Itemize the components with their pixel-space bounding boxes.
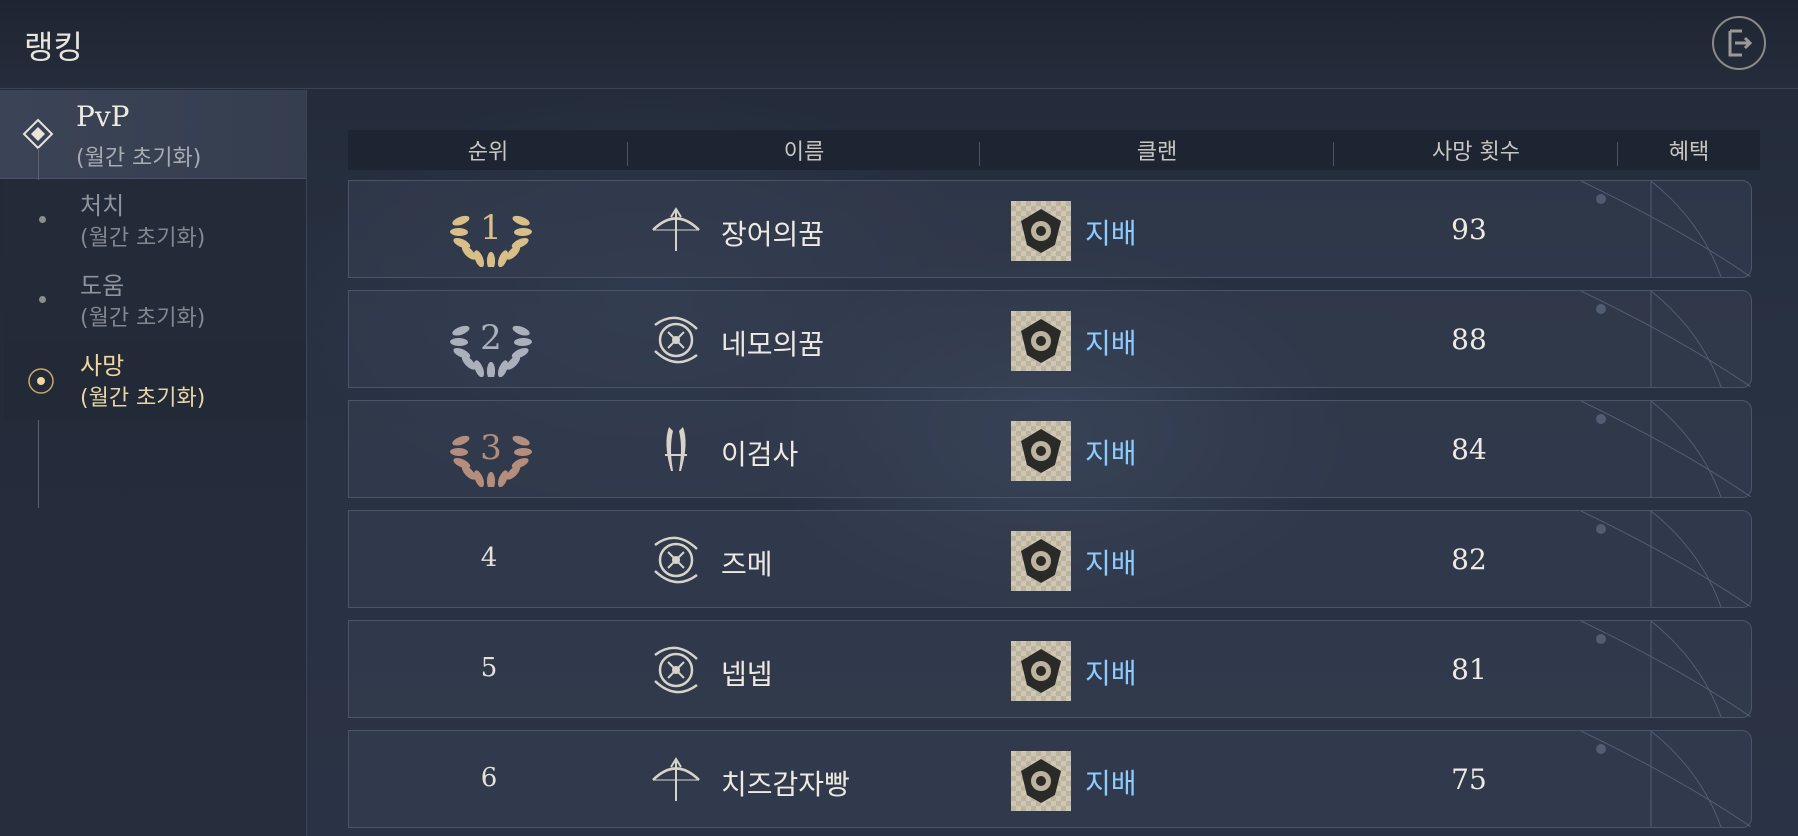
table-row[interactable]: 1 장어의꿈 지배 93 bbox=[348, 180, 1752, 278]
sidebar-item-sub: (월간 초기화) bbox=[80, 306, 206, 331]
death-count: 88 bbox=[1451, 323, 1487, 356]
row-decoration bbox=[1561, 290, 1752, 388]
sidebar-group-pvp[interactable]: PvP (월간 초기화) bbox=[0, 90, 306, 179]
table-row[interactable]: 2 네모의꿈 지배 88 bbox=[348, 290, 1752, 388]
bow-icon bbox=[649, 753, 703, 807]
player-name[interactable]: 즈메 bbox=[721, 543, 773, 583]
sidebar-item-kills[interactable]: 처치 (월간 초기화) bbox=[4, 180, 306, 260]
table-row[interactable]: 5 넵넵 지배 81 bbox=[348, 620, 1752, 718]
player-name[interactable]: 이검사 bbox=[721, 433, 798, 473]
clan-emblem-icon bbox=[1011, 201, 1071, 261]
row-decoration bbox=[1561, 730, 1752, 828]
exit-icon bbox=[1728, 29, 1753, 57]
clan-emblem-icon bbox=[1011, 421, 1071, 481]
sidebar-item-deaths[interactable]: 사망 (월간 초기화) bbox=[4, 340, 306, 420]
table-row[interactable]: 6 치즈감자빵 지배 75 bbox=[348, 730, 1752, 828]
sidebar: PvP (월간 초기화) 처치 (월간 초기화) 도움 (월간 초기화) 사망 … bbox=[0, 90, 307, 836]
laurel-wreath-icon: 2 bbox=[449, 303, 533, 380]
death-count: 75 bbox=[1451, 763, 1487, 796]
clan-emblem-icon bbox=[1011, 311, 1071, 371]
laurel-wreath-icon: 3 bbox=[449, 413, 533, 490]
rank-number: 2 bbox=[480, 318, 502, 358]
column-header-reward[interactable]: 혜택 bbox=[1618, 134, 1760, 166]
row-decoration bbox=[1561, 510, 1752, 608]
row-decoration bbox=[1561, 400, 1752, 498]
sidebar-item-sub: (월간 초기화) bbox=[80, 226, 206, 251]
clan-emblem-icon bbox=[1011, 751, 1071, 811]
sidebar-item-label: 도움 bbox=[80, 272, 125, 300]
sidebar-group-label: PvP bbox=[76, 100, 130, 133]
dual-blade-icon bbox=[649, 423, 703, 477]
column-header-deaths[interactable]: 사망 횟수 bbox=[1334, 134, 1618, 166]
clan-emblem-icon bbox=[1011, 531, 1071, 591]
page-title: 랭킹 bbox=[24, 28, 83, 66]
death-count: 81 bbox=[1451, 653, 1487, 686]
tree-dot bbox=[39, 296, 46, 303]
clan-name[interactable]: 지배 bbox=[1085, 652, 1137, 692]
sidebar-group-sub: (월간 초기화) bbox=[76, 146, 202, 171]
rank-number: 4 bbox=[480, 543, 498, 573]
bow-icon bbox=[649, 203, 703, 257]
tree-dot bbox=[39, 216, 46, 223]
rank-number: 6 bbox=[480, 763, 498, 793]
compass-icon bbox=[649, 643, 703, 697]
table-row[interactable]: 3 이검사 지배 84 bbox=[348, 400, 1752, 498]
clan-name[interactable]: 지배 bbox=[1085, 322, 1137, 362]
row-decoration bbox=[1561, 180, 1752, 278]
death-count: 82 bbox=[1451, 543, 1487, 576]
sidebar-item-sub: (월간 초기화) bbox=[80, 386, 206, 411]
clan-name[interactable]: 지배 bbox=[1085, 212, 1137, 252]
column-header-name[interactable]: 이름 bbox=[628, 134, 980, 166]
table-header: 순위 이름 클랜 사망 횟수 혜택 bbox=[348, 130, 1760, 170]
clan-name[interactable]: 지배 bbox=[1085, 432, 1137, 472]
clan-name[interactable]: 지배 bbox=[1085, 762, 1137, 802]
death-count: 84 bbox=[1451, 433, 1487, 466]
column-header-rank[interactable]: 순위 bbox=[348, 134, 628, 166]
compass-icon bbox=[649, 533, 703, 587]
row-decoration bbox=[1561, 620, 1752, 718]
sidebar-item-assists[interactable]: 도움 (월간 초기화) bbox=[4, 260, 306, 340]
clan-emblem-icon bbox=[1011, 641, 1071, 701]
rank-number: 3 bbox=[480, 428, 502, 468]
rank-number: 5 bbox=[480, 653, 498, 683]
exit-button[interactable] bbox=[1712, 16, 1766, 70]
player-name[interactable]: 네모의꿈 bbox=[721, 323, 824, 363]
laurel-wreath-icon: 1 bbox=[449, 193, 533, 270]
rank-number: 1 bbox=[480, 208, 502, 248]
death-count: 93 bbox=[1451, 213, 1487, 246]
player-name[interactable]: 넵넵 bbox=[721, 653, 773, 693]
column-header-clan[interactable]: 클랜 bbox=[980, 134, 1334, 166]
clan-name[interactable]: 지배 bbox=[1085, 542, 1137, 582]
player-name[interactable]: 치즈감자빵 bbox=[721, 763, 850, 803]
top-bar: 랭킹 bbox=[0, 0, 1798, 89]
compass-icon bbox=[649, 313, 703, 367]
active-indicator-icon bbox=[28, 368, 54, 394]
table-row[interactable]: 4 즈메 지배 82 bbox=[348, 510, 1752, 608]
sidebar-item-label: 사망 bbox=[80, 352, 125, 380]
player-name[interactable]: 장어의꿈 bbox=[721, 213, 824, 253]
sidebar-item-label: 처치 bbox=[80, 192, 125, 220]
diamond-icon bbox=[22, 118, 54, 150]
